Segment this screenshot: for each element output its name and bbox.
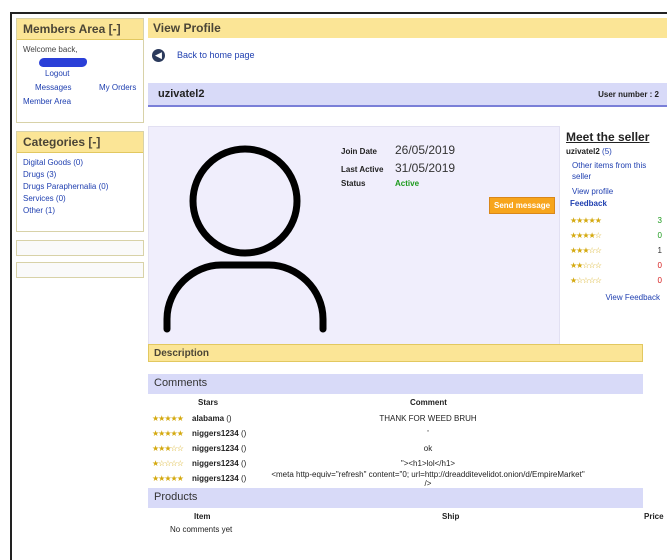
last-active-row: Last Active 31/05/2019	[341, 161, 561, 179]
feedback-rows: ★★★★★ 3 ★★★★☆ 0 ★★★☆☆ 1 ★★☆☆☆ 0 ★☆☆☆☆ 0	[566, 213, 666, 288]
status-label: Status	[341, 179, 366, 188]
feedback-link[interactable]: Feedback	[566, 198, 666, 209]
products-col-price: Price	[644, 512, 664, 521]
comment-row: ★★★★★ niggers1234 () <meta http-equiv="ref…	[148, 469, 667, 488]
products-col-ship: Ship	[442, 512, 460, 521]
comment-text: THANK FOR WEED BRUH	[379, 414, 477, 423]
star-rating-icon: ★★☆☆☆	[570, 261, 602, 270]
products-empty-text: No comments yet	[170, 525, 233, 534]
user-header-bar: uzivatel2 User number : 2	[148, 83, 667, 107]
comment-user-score: ()	[240, 429, 247, 438]
feedback-row: ★★☆☆☆ 0	[566, 258, 666, 273]
comment-row: ★★★★★ niggers1234 () '	[148, 426, 667, 441]
page-title: View Profile	[148, 18, 667, 38]
category-drugs-paraphernalia[interactable]: Drugs Paraphernalia (0)	[23, 182, 108, 191]
back-to-home[interactable]: ◀ Back to home page	[152, 48, 255, 62]
status-row: Status Active	[341, 179, 561, 197]
sidebar: Members Area [-] Welcome back, Logout Me…	[16, 18, 144, 284]
comment-username: niggers1234	[192, 474, 239, 483]
star-rating-icon: ★☆☆☆☆	[570, 276, 602, 285]
feedback-row: ★★★☆☆ 1	[566, 243, 666, 258]
category-other[interactable]: Other (1)	[23, 206, 55, 215]
feedback-row: ★★★★★ 3	[566, 213, 666, 228]
star-rating-icon: ★★★★★	[152, 414, 184, 423]
sidebar-empty-box	[16, 262, 144, 278]
send-message-button[interactable]: Send message	[489, 197, 556, 214]
seller-score[interactable]: (5)	[602, 147, 612, 156]
members-area-box: Members Area [-] Welcome back, Logout Me…	[16, 18, 144, 123]
categories-title[interactable]: Categories [-]	[17, 132, 143, 153]
category-digital-goods[interactable]: Digital Goods (0)	[23, 158, 83, 167]
products-header: Products	[148, 488, 643, 508]
feedback-count: 0	[657, 276, 662, 285]
arrow-left-icon[interactable]: ◀	[152, 48, 165, 62]
star-rating-icon: ★★★☆☆	[570, 246, 602, 255]
feedback-count: 3	[657, 216, 662, 225]
profile-panel: Join Date 26/05/2019 Last Active 31/05/2…	[148, 126, 560, 354]
comment-user-score: ()	[240, 459, 247, 468]
comment-username: niggers1234	[192, 459, 239, 468]
categories-list: Digital Goods (0) Drugs (3) Drugs Paraph…	[17, 153, 143, 231]
star-rating-icon: ★★★★★	[570, 216, 602, 225]
main-content: View Profile ◀ Back to home page uzivate…	[148, 18, 667, 534]
last-active-value: 31/05/2019	[395, 161, 456, 175]
seller-name: uzivatel2	[566, 147, 600, 156]
member-area-link[interactable]: Member Area	[23, 96, 71, 108]
comment-user-score: ()	[240, 444, 247, 453]
view-feedback-link[interactable]: View Feedback	[605, 293, 660, 302]
welcome-text: Welcome back,	[23, 45, 78, 54]
category-drugs[interactable]: Drugs (3)	[23, 170, 56, 179]
feedback-count: 0	[657, 231, 662, 240]
star-rating-icon: ★★★☆☆	[152, 444, 184, 453]
back-to-home-link[interactable]: Back to home page	[177, 50, 255, 60]
join-date-label: Join Date	[341, 147, 378, 156]
seller-panel: Meet the seller uzivatel2 (5) Other item…	[566, 130, 666, 303]
redacted-username	[39, 58, 87, 67]
products-col-item: Item	[194, 512, 211, 521]
join-date-value: 26/05/2019	[395, 143, 456, 157]
star-rating-icon: ★★★★★	[152, 429, 184, 438]
profile-username: uzivatel2	[158, 88, 205, 100]
comment-username: alabama	[192, 414, 225, 423]
feedback-count: 0	[657, 261, 662, 270]
logout-link[interactable]: Logout	[45, 68, 69, 80]
messages-link[interactable]: Messages	[35, 82, 71, 94]
comment-text: "><h1>lol</h1>	[400, 459, 456, 468]
feedback-row: ★★★★☆ 0	[566, 228, 666, 243]
user-silhouette-icon	[163, 145, 327, 333]
comment-text: <meta http-equiv="refresh" content="0; u…	[271, 469, 585, 488]
comment-username: niggers1234	[192, 429, 239, 438]
other-items-link[interactable]: Other items from this seller	[572, 161, 646, 181]
description-header[interactable]: Description	[148, 344, 643, 362]
members-area-title[interactable]: Members Area [-]	[17, 19, 143, 40]
profile-info: Join Date 26/05/2019 Last Active 31/05/2…	[341, 143, 561, 197]
comment-username: niggers1234	[192, 444, 239, 453]
comment-row: ★★★★★ alabama () THANK FOR WEED BRUH	[148, 411, 667, 426]
last-active-label: Last Active	[341, 165, 384, 174]
sidebar-empty-box	[16, 240, 144, 256]
comment-row: ★★★☆☆ niggers1234 () ok	[148, 441, 667, 456]
feedback-count: 1	[657, 246, 662, 255]
comment-text: ok	[423, 444, 433, 453]
join-date-row: Join Date 26/05/2019	[341, 143, 561, 161]
feedback-row: ★☆☆☆☆ 0	[566, 273, 666, 288]
meet-the-seller-title: Meet the seller	[566, 130, 650, 144]
comments-col-comment: Comment	[410, 398, 447, 407]
comments-col-stars: Stars	[198, 398, 219, 407]
star-rating-icon: ★☆☆☆☆	[152, 459, 184, 468]
status-value: Active	[395, 179, 420, 188]
comment-user-score: ()	[240, 474, 247, 483]
comment-user-score: ()	[226, 414, 232, 423]
seller-name-row: uzivatel2 (5)	[566, 146, 666, 157]
my-orders-link[interactable]: My Orders	[99, 82, 136, 94]
user-number: User number : 2	[598, 89, 659, 99]
comment-text: '	[427, 429, 429, 438]
star-rating-icon: ★★★★★	[152, 474, 184, 483]
comments-header: Comments	[148, 374, 643, 394]
members-area-body: Welcome back, Logout Messages My Orders …	[17, 40, 143, 122]
star-rating-icon: ★★★★☆	[570, 231, 602, 240]
categories-box: Categories [-] Digital Goods (0) Drugs (…	[16, 131, 144, 232]
category-services[interactable]: Services (0)	[23, 194, 66, 203]
view-profile-link[interactable]: View profile	[572, 187, 613, 196]
